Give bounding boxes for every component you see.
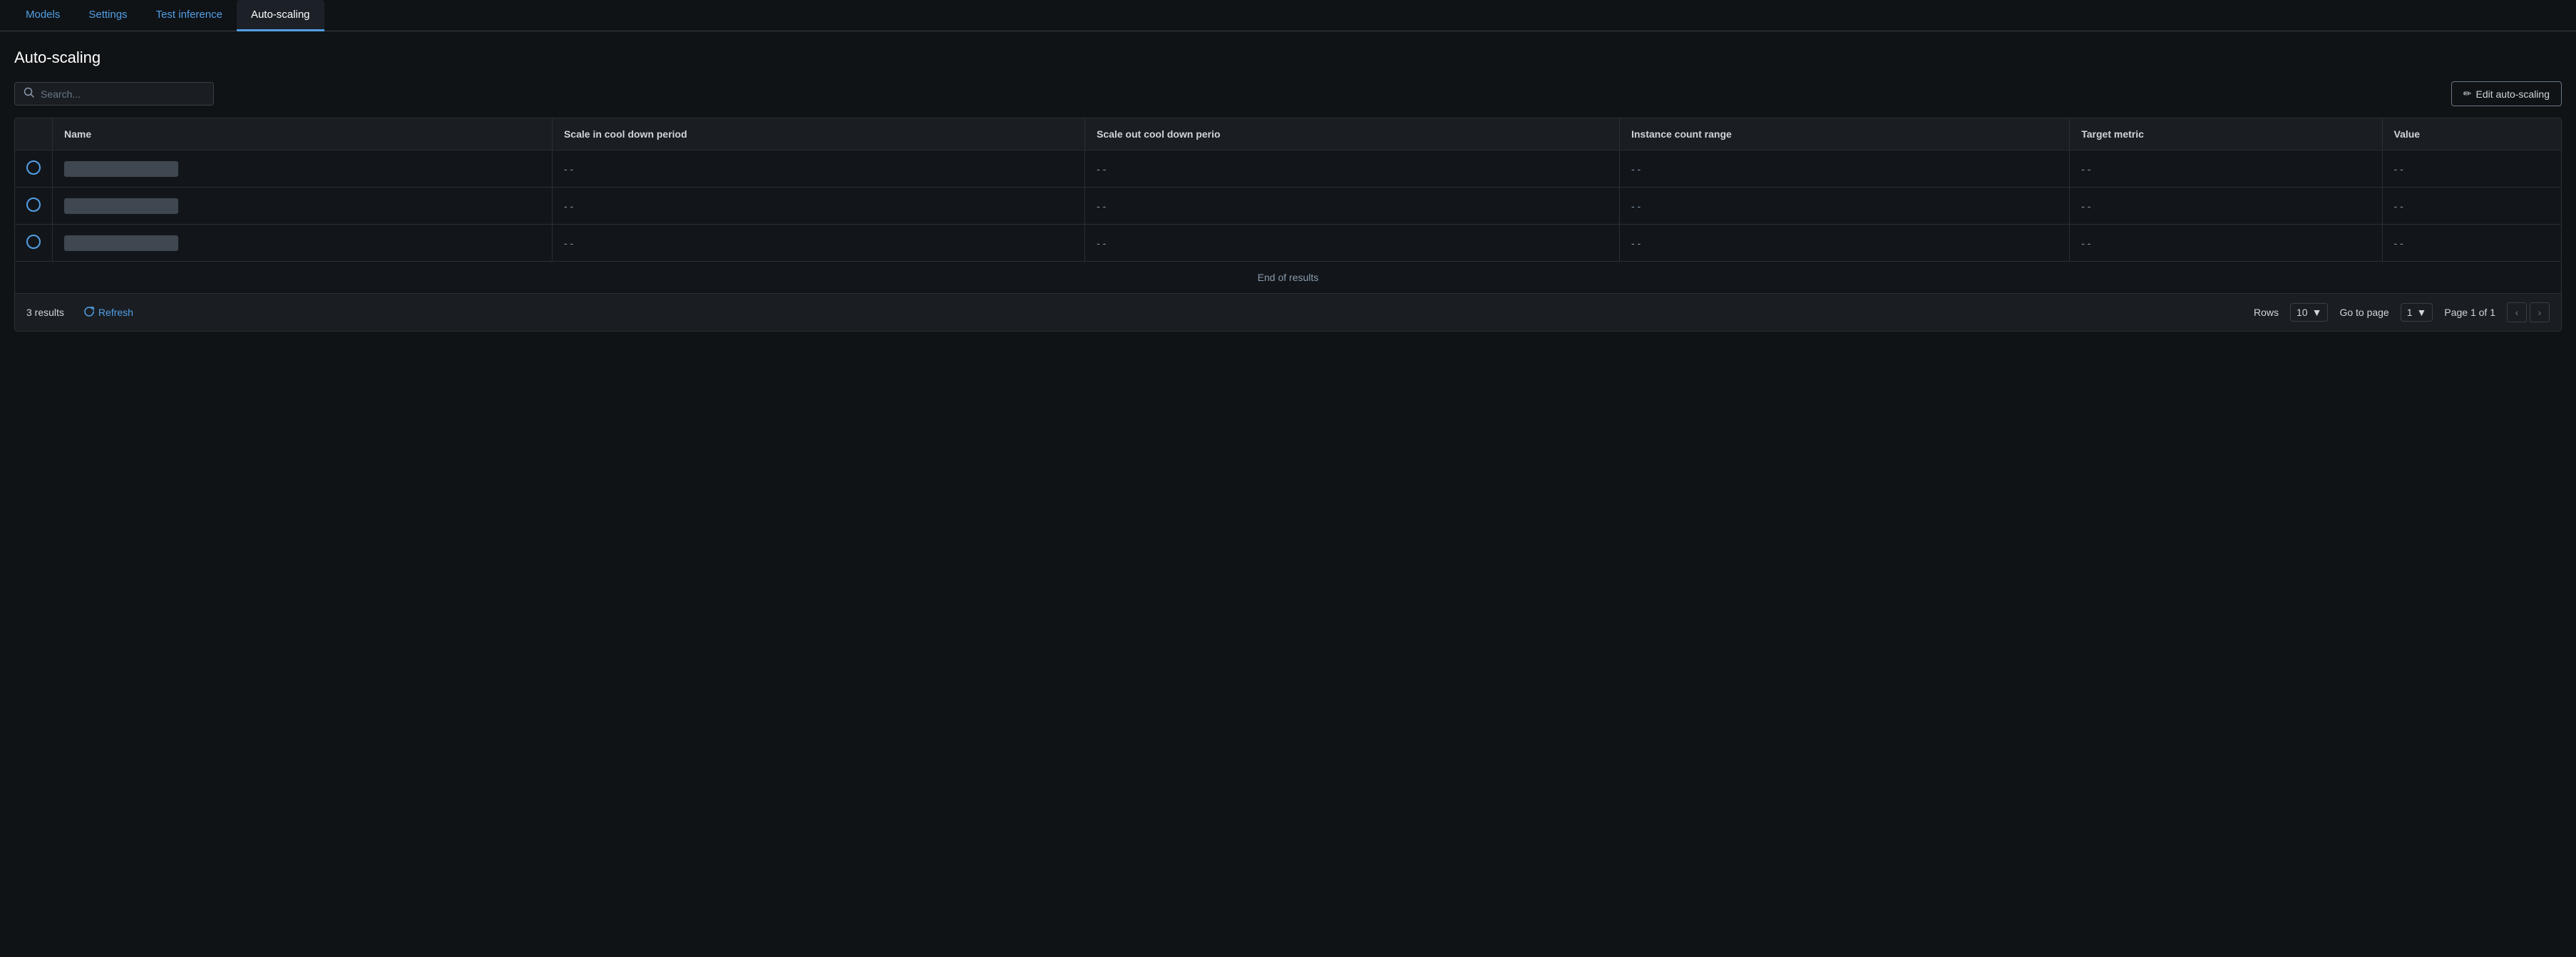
edit-auto-scaling-button[interactable]: ✏ Edit auto-scaling <box>2451 81 2562 106</box>
row-1-radio-cell[interactable] <box>15 150 53 188</box>
row-2-value: - - <box>2382 188 2561 225</box>
row-2-radio-cell[interactable] <box>15 188 53 225</box>
row-1-instance-count: - - <box>1619 150 2069 188</box>
row-1-scale-in: - - <box>552 150 1084 188</box>
page-value: 1 <box>2407 307 2413 318</box>
col-header-value: Value <box>2382 118 2561 150</box>
end-of-results: End of results <box>15 261 2561 293</box>
row-3-radio[interactable] <box>26 235 41 249</box>
chevron-down-icon: ▼ <box>2312 307 2322 318</box>
auto-scaling-table: Name Scale in cool down period Scale out… <box>15 118 2561 261</box>
page-content: Auto-scaling ✏ Edit auto-scaling Name <box>0 31 2576 349</box>
row-3-radio-cell[interactable] <box>15 225 53 262</box>
row-2-target-metric: - - <box>2070 188 2382 225</box>
toolbar: ✏ Edit auto-scaling <box>14 81 2562 106</box>
go-to-page-label: Go to page <box>2339 307 2388 318</box>
row-1-value: - - <box>2382 150 2561 188</box>
chevron-right-icon: › <box>2538 307 2542 318</box>
row-3-value: - - <box>2382 225 2561 262</box>
col-header-target-metric: Target metric <box>2070 118 2382 150</box>
next-page-button[interactable]: › <box>2530 302 2550 322</box>
table-container: Name Scale in cool down period Scale out… <box>14 118 2562 332</box>
row-3-scale-in: - - <box>552 225 1084 262</box>
row-3-scale-out: - - <box>1085 225 1620 262</box>
chevron-down-icon-page: ▼ <box>2417 307 2427 318</box>
page-input[interactable]: 1 ▼ <box>2401 303 2433 322</box>
row-2-scale-in: - - <box>552 188 1084 225</box>
prev-page-button[interactable]: ‹ <box>2507 302 2527 322</box>
row-2-scale-out: - - <box>1085 188 1620 225</box>
row-1-name-placeholder <box>64 161 178 177</box>
edit-icon: ✏ <box>2463 88 2472 100</box>
row-3-name-placeholder <box>64 235 178 251</box>
rows-select[interactable]: 10 ▼ <box>2290 303 2328 322</box>
chevron-left-icon: ‹ <box>2515 307 2519 318</box>
row-2-name <box>53 188 553 225</box>
table-row: - - - - - - - - - - <box>15 225 2561 262</box>
footer-bar: 3 results Refresh Rows 10 ▼ Go to page <box>15 293 2561 331</box>
row-2-instance-count: - - <box>1619 188 2069 225</box>
col-header-checkbox <box>15 118 53 150</box>
tab-settings[interactable]: Settings <box>74 0 141 31</box>
edit-button-label: Edit auto-scaling <box>2475 88 2550 100</box>
rows-value: 10 <box>2297 307 2308 318</box>
col-header-scale-in: Scale in cool down period <box>552 118 1084 150</box>
col-header-scale-out: Scale out cool down perio <box>1085 118 1620 150</box>
row-1-scale-out: - - <box>1085 150 1620 188</box>
row-3-name <box>53 225 553 262</box>
refresh-button[interactable]: Refresh <box>78 304 139 322</box>
table-row: - - - - - - - - - - <box>15 188 2561 225</box>
search-icon <box>24 87 35 101</box>
tab-bar: Models Settings Test inference Auto-scal… <box>0 0 2576 31</box>
row-1-radio[interactable] <box>26 160 41 175</box>
tab-test-inference[interactable]: Test inference <box>142 0 237 31</box>
row-3-instance-count: - - <box>1619 225 2069 262</box>
tab-models[interactable]: Models <box>11 0 74 31</box>
nav-arrows: ‹ › <box>2507 302 2550 322</box>
row-3-target-metric: - - <box>2070 225 2382 262</box>
col-header-instance-count: Instance count range <box>1619 118 2069 150</box>
search-wrapper[interactable] <box>14 82 214 106</box>
row-2-name-placeholder <box>64 198 178 214</box>
col-header-name: Name <box>53 118 553 150</box>
search-input[interactable] <box>41 88 205 100</box>
row-1-target-metric: - - <box>2070 150 2382 188</box>
pagination-controls: Rows 10 ▼ Go to page 1 ▼ Page 1 of 1 ‹ › <box>2254 302 2550 322</box>
rows-label: Rows <box>2254 307 2279 318</box>
page-title: Auto-scaling <box>14 48 2562 67</box>
row-2-radio[interactable] <box>26 198 41 212</box>
results-count: 3 results <box>26 307 64 318</box>
row-1-name <box>53 150 553 188</box>
refresh-label: Refresh <box>98 307 133 318</box>
page-info: Page 1 of 1 <box>2444 307 2495 318</box>
table-row: - - - - - - - - - - <box>15 150 2561 188</box>
tab-auto-scaling[interactable]: Auto-scaling <box>237 0 324 31</box>
refresh-icon <box>84 307 94 319</box>
